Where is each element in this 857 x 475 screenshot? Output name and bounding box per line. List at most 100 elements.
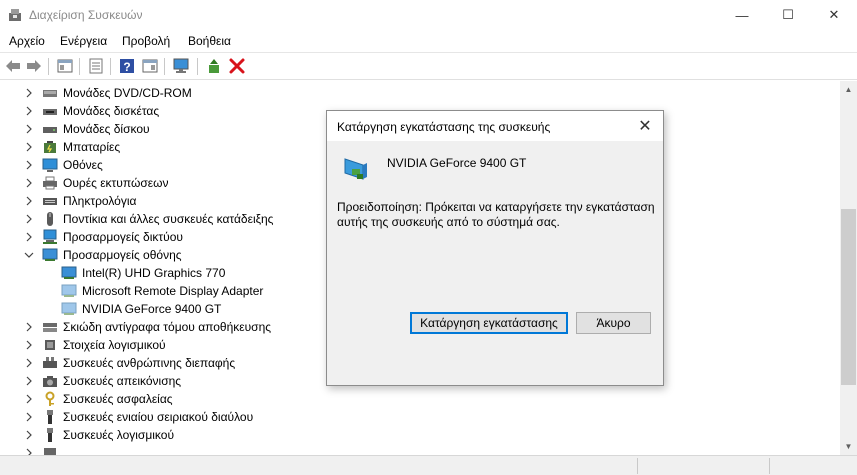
chevron-right-icon[interactable] (24, 178, 34, 188)
tree-item-battery[interactable]: Μπαταρίες (0, 138, 330, 156)
chevron-right-icon[interactable] (24, 412, 34, 422)
action-pane-icon[interactable] (141, 57, 159, 75)
tree-item-intel-uhd[interactable]: Intel(R) UHD Graphics 770 (0, 264, 330, 282)
tree-item-label: Μπαταρίες (63, 140, 121, 154)
tree-item-label: NVIDIA GeForce 9400 GT (82, 302, 222, 316)
chevron-right-icon[interactable] (24, 160, 34, 170)
tree-item-display-adapters[interactable]: Προσαρμογείς οθόνης (0, 246, 330, 264)
tree-item-partial[interactable] (0, 444, 330, 455)
tree-item-label: Συσκευές λογισμικού (63, 428, 174, 442)
window-title: Διαχείριση Συσκευών (29, 8, 143, 22)
menu-help[interactable]: Βοήθεια (188, 34, 231, 48)
tree-item-label: Σκιώδη αντίγραφα τόμου αποθήκευσης (63, 320, 272, 334)
minimize-button[interactable]: — (719, 0, 765, 30)
back-arrow-icon[interactable] (4, 57, 22, 75)
uninstall-device-icon[interactable] (228, 57, 246, 75)
dialog-title-bar: Κατάργηση εγκατάστασης της συσκευής ✕ (327, 111, 663, 141)
usb-icon (47, 410, 53, 424)
chevron-right-icon[interactable] (24, 394, 34, 404)
uninstall-button[interactable]: Κατάργηση εγκατάστασης (410, 312, 568, 334)
imaging-device-icon (43, 376, 57, 387)
tree-item-monitors[interactable]: Οθόνες (0, 156, 330, 174)
chevron-right-icon[interactable] (24, 322, 34, 332)
chevron-right-icon[interactable] (24, 214, 34, 224)
chevron-right-icon[interactable] (24, 448, 34, 455)
tree-item-mice[interactable]: Ποντίκια και άλλες συσκευές κατάδειξης (0, 210, 330, 228)
uninstall-device-dialog: Κατάργηση εγκατάστασης της συσκευής ✕ NV… (326, 110, 664, 386)
tree-item-ms-remote-display[interactable]: Microsoft Remote Display Adapter (0, 282, 330, 300)
chevron-down-icon[interactable] (24, 250, 34, 260)
tree-item-disk[interactable]: Μονάδες δίσκου (0, 120, 330, 138)
tree-item-floppy[interactable]: Μονάδες δισκέτας (0, 102, 330, 120)
chevron-right-icon[interactable] (24, 340, 34, 350)
scroll-down-icon[interactable]: ▼ (840, 438, 857, 455)
tree-item-imaging[interactable]: Συσκευές απεικόνισης (0, 372, 330, 390)
scan-hardware-icon[interactable] (172, 57, 190, 75)
tree-item-usb[interactable]: Συσκευές ενιαίου σειριακού διαύλου (0, 408, 330, 426)
help-icon[interactable]: ? (118, 57, 136, 75)
dialog-close-button[interactable]: ✕ (632, 115, 658, 137)
vertical-scrollbar[interactable]: ▲ ▼ (840, 81, 857, 455)
toolbar-separator (197, 58, 198, 75)
dvd-drive-icon (43, 90, 57, 97)
tree-item-nvidia-9400[interactable]: NVIDIA GeForce 9400 GT (0, 300, 330, 318)
chevron-right-icon[interactable] (24, 88, 34, 98)
tree-item-network-adapters[interactable]: Προσαρμογείς δικτύου (0, 228, 330, 246)
toolbar-separator (110, 58, 111, 75)
tree-item-label: Συσκευές ανθρώπινης διεπαφής (63, 356, 236, 370)
menu-action[interactable]: Ενέργεια (60, 34, 107, 48)
menu-file[interactable]: Αρχείο (9, 34, 45, 48)
floppy-drive-icon (43, 109, 57, 115)
tree-item-label: Microsoft Remote Display Adapter (82, 284, 264, 298)
status-separator (769, 458, 770, 474)
tree-item-label: Μονάδες DVD/CD-ROM (63, 86, 192, 100)
tree-item-hid[interactable]: Συσκευές ανθρώπινης διεπαφής (0, 354, 330, 372)
tree-item-label: Συσκευές ενιαίου σειριακού διαύλου (63, 410, 254, 424)
tree-item-label: Προσαρμογείς δικτύου (63, 230, 183, 244)
properties-icon[interactable] (87, 57, 105, 75)
tree-item-label: Μονάδες δίσκου (63, 122, 150, 136)
printer-queue-icon (43, 176, 57, 190)
toolbar-separator (48, 58, 49, 75)
tree-item-keyboards[interactable]: Πληκτρολόγια (0, 192, 330, 210)
console-tree-icon[interactable] (56, 57, 74, 75)
tree-item-label: Προσαρμογείς οθόνης (63, 248, 182, 262)
tree-item-security[interactable]: Συσκευές ασφαλείας (0, 390, 330, 408)
security-device-icon (45, 391, 55, 406)
device-icon (44, 448, 56, 455)
tree-item-dvd[interactable]: Μονάδες DVD/CD-ROM (0, 84, 330, 102)
close-button[interactable]: ✕ (811, 0, 857, 30)
scroll-up-icon[interactable]: ▲ (840, 81, 857, 98)
tree-item-software-components[interactable]: Στοιχεία λογισμικού (0, 336, 330, 354)
disk-drive-icon (43, 127, 57, 133)
chevron-right-icon[interactable] (24, 232, 34, 242)
chevron-right-icon[interactable] (24, 142, 34, 152)
chevron-right-icon[interactable] (24, 196, 34, 206)
tree-item-print-queues[interactable]: Ουρές εκτυπώσεων (0, 174, 330, 192)
chevron-right-icon[interactable] (24, 358, 34, 368)
dialog-title: Κατάργηση εγκατάστασης της συσκευής (337, 120, 551, 134)
forward-arrow-icon[interactable] (25, 57, 43, 75)
chevron-right-icon[interactable] (24, 430, 34, 440)
hid-icon (43, 357, 57, 368)
svg-text:?: ? (123, 60, 130, 74)
tree-item-shadow-copies[interactable]: Σκιώδη αντίγραφα τόμου αποθήκευσης (0, 318, 330, 336)
scrollbar-thumb[interactable] (841, 209, 856, 385)
tree-item-label: Intel(R) UHD Graphics 770 (82, 266, 226, 280)
dialog-warning-text: Προειδοποίηση: Πρόκειται να καταργήσετε … (337, 200, 655, 229)
tree-item-label: Συσκευές απεικόνισης (63, 374, 182, 388)
chevron-right-icon[interactable] (24, 124, 34, 134)
status-bar (0, 455, 857, 475)
software-component-icon (45, 340, 55, 350)
title-bar: Διαχείριση Συσκευών — ☐ ✕ (0, 0, 857, 30)
cancel-button[interactable]: Άκυρο (576, 312, 651, 334)
menu-view[interactable]: Προβολή (122, 34, 170, 48)
tree-item-label: Στοιχεία λογισμικού (63, 338, 166, 352)
chevron-right-icon[interactable] (24, 106, 34, 116)
update-driver-icon[interactable] (205, 57, 223, 75)
chevron-right-icon[interactable] (24, 376, 34, 386)
network-adapter-icon (43, 229, 57, 244)
tree-item-software-devices[interactable]: Συσκευές λογισμικού (0, 426, 330, 444)
keyboard-icon (43, 198, 57, 205)
maximize-button[interactable]: ☐ (765, 0, 811, 30)
